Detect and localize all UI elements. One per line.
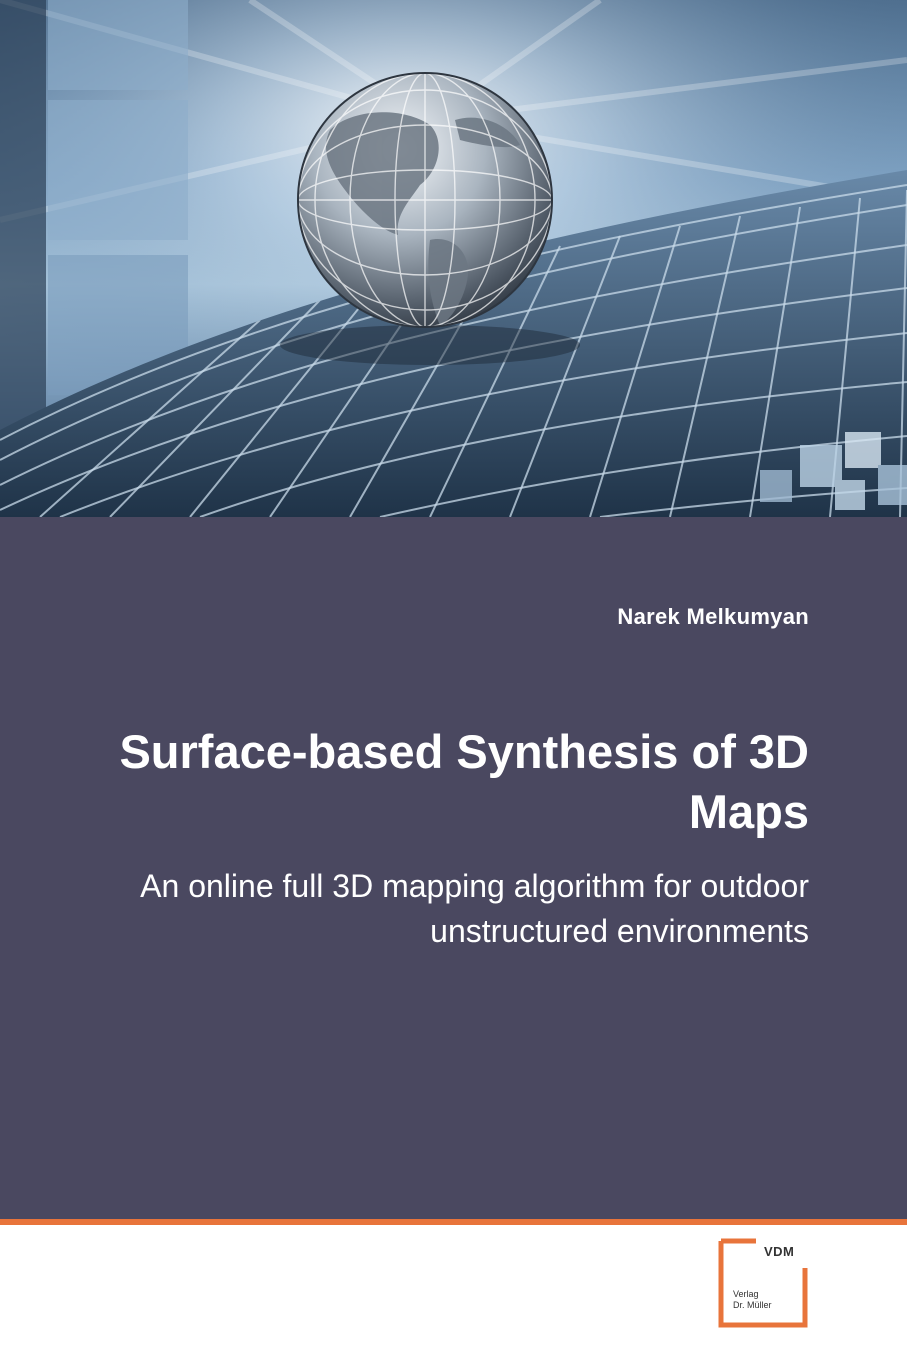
book-title: Surface-based Synthesis of 3D Maps: [119, 725, 809, 838]
globe-icon: [297, 72, 553, 328]
book-cover: Narek Melkumyan Surface-based Synthesis …: [0, 0, 907, 1360]
author-name: Narek Melkumyan: [617, 604, 809, 629]
publisher-line-verlag: Verlag: [733, 1289, 759, 1299]
cover-illustration: [0, 0, 907, 517]
book-subtitle: An online full 3D mapping algorithm for …: [140, 868, 809, 949]
publisher-line-name: Dr. Müller: [733, 1300, 772, 1310]
publisher-logo: VDM Verlag Dr. Müller: [718, 1238, 810, 1330]
publisher-logo-text: VDM: [764, 1244, 795, 1259]
illustration-svg: [0, 0, 907, 517]
logo-frame-icon: [718, 1238, 808, 1328]
